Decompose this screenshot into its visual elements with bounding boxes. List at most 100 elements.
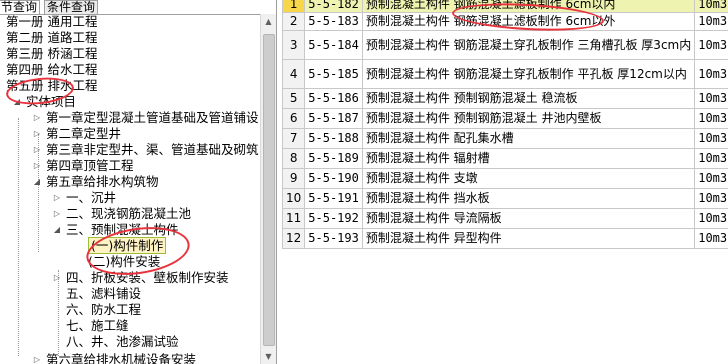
row-number: 5 [282,88,306,109]
chapter-tree: 第一册 通用工程 第二册 道路工程 第三册 桥涵工程 第四册 给水工程 第五册 … [0,14,260,364]
quota-code: 5-5-190 [304,168,363,189]
tree-item-chapter-4[interactable]: 第四章顶管工程 [46,158,134,174]
query-tabs: 节查询 条件查询 [0,0,276,15]
tree-item-component-installation[interactable]: (二)构件安装 [88,254,160,270]
table-row[interactable]: 12 5-5-193 预制混凝土构件 异型构件 10m3 39 [282,228,728,249]
quota-name: 预制混凝土构件 钢筋混凝土穿孔板制作 三角槽孔板 厚3cm内 [361,30,696,60]
row-number: 1 [282,0,306,13]
quota-unit: 10m3 [694,168,728,189]
quota-unit: 10m3 [694,188,728,209]
row-number: 8 [282,148,306,169]
scroll-down-icon[interactable]: ▼ [261,349,276,364]
quota-name: 预制混凝土构件 预制钢筋混凝土 井池内壁板 [361,108,696,129]
quota-unit: 10m3 [694,108,728,129]
quota-name: 预制混凝土构件 挡水板 [361,188,696,209]
tree-item-volume-5[interactable]: 第五册 排水工程 [6,78,97,94]
tree-item-precast-components[interactable]: 三、预制混凝土构件 [66,222,179,238]
quota-code: 5-5-193 [304,228,363,249]
table-row[interactable]: 8 5-5-189 预制混凝土构件 辐射槽 10m3 5 [282,148,728,169]
tree-item-volume-4[interactable]: 第四册 给水工程 [6,62,97,78]
quota-name: 预制混凝土构件 辐射槽 [361,148,696,169]
tree-item-chapter-1[interactable]: 第一章定型混凝土管道基础及管道铺设 [46,110,259,126]
quota-name: 预制混凝土构件 预制钢筋混凝土 稳流板 [361,88,696,109]
quota-unit: 10m3 [694,12,728,31]
row-number: 7 [282,128,306,149]
tree-scrollbar[interactable]: ▲ ▼ [260,14,276,364]
scroll-thumb[interactable] [263,34,275,346]
row-number: 3 [282,30,306,60]
expand-icon[interactable]: ▷ [32,352,42,364]
expand-icon[interactable]: ▷ [32,126,42,142]
tree-item-entity-projects[interactable]: 实体项目 [26,94,76,110]
row-number: 12 [282,228,306,249]
tree-item-chapter-2[interactable]: 第二章定型井 [46,126,121,142]
table-row[interactable]: 7 5-5-188 预制混凝土构件 配孔集水槽 10m3 58 [282,128,728,149]
row-number: 2 [282,12,306,31]
quota-unit: 10m3 [694,88,728,109]
quota-name: 预制混凝土构件 钢筋混凝土滤板制作 6cm以外 [361,12,696,31]
quota-unit: 10m3 [694,228,728,249]
tree-item-leakage-test[interactable]: 八、井、池渗漏试验 [66,334,179,350]
tree-item-cast-in-place-pool[interactable]: 二、现浇钢筋混凝土池 [66,206,191,222]
quota-name: 预制混凝土构件 钢筋混凝土穿孔板制作 平孔板 厚12cm以内 [361,59,696,89]
scroll-up-icon[interactable]: ▲ [261,14,276,29]
table-row[interactable]: 2 5-5-183 预制混凝土构件 钢筋混凝土滤板制作 6cm以外 10m3 1… [282,12,728,31]
tree-item-chapter-6[interactable]: 第六章给排水机械设备安装 [46,352,196,364]
tree-item-construction-joint[interactable]: 七、施工缝 [66,318,129,334]
quota-code: 5-5-183 [304,12,363,31]
tree-item-volume-1[interactable]: 第一册 通用工程 [6,14,97,30]
quota-table: 1 5-5-182 预制混凝土构件 钢筋混凝土滤板制作 6cm以内 10m3 2… [282,0,728,249]
tab-section-query[interactable]: 节查询 [0,0,41,14]
row-number: 11 [282,208,306,229]
quota-code: 5-5-188 [304,128,363,149]
expand-icon[interactable]: ▷ [32,142,42,158]
tree-item-volume-3[interactable]: 第三册 桥涵工程 [6,46,97,62]
quota-code: 5-5-186 [304,88,363,109]
expand-icon[interactable]: ▷ [52,270,62,286]
tree-item-sinking-well[interactable]: 一、沉井 [66,190,116,206]
quota-unit: 10m3 [694,128,728,149]
collapse-icon[interactable]: ◢ [12,94,22,110]
quota-code: 5-5-184 [304,30,363,60]
quota-code: 5-5-192 [304,208,363,229]
collapse-icon[interactable]: ◢ [52,222,62,238]
quota-unit: 10m3 [694,148,728,169]
quota-code: 5-5-189 [304,148,363,169]
expand-icon[interactable]: ▷ [52,190,62,206]
quota-unit: 10m3 [694,59,728,89]
tree-item-chapter-3[interactable]: 第三章非定型井、渠、管道基础及砌筑 [46,142,259,158]
table-row[interactable]: 1 5-5-182 预制混凝土构件 钢筋混凝土滤板制作 6cm以内 10m3 [282,0,728,13]
chapter-tree-panel: 节查询 条件查询 第一册 通用工程 第二册 道路工程 第三册 桥涵工程 第四册 … [0,0,277,364]
quota-name: 预制混凝土构件 配孔集水槽 [361,128,696,149]
tree-item-filter-media[interactable]: 五、滤料铺设 [66,286,141,302]
quota-code: 5-5-187 [304,108,363,129]
expand-icon[interactable]: ▷ [32,110,42,126]
quota-unit: 10m3 [694,0,728,13]
table-row[interactable]: 6 5-5-187 预制混凝土构件 预制钢筋混凝土 井池内壁板 10m3 42 [282,108,728,129]
tree-item-chapter-5[interactable]: 第五章给排水构筑物 [46,174,159,190]
expand-icon[interactable]: ▷ [52,206,62,222]
row-number: 10 [282,188,306,209]
quota-name: 预制混凝土构件 异型构件 [361,228,696,249]
table-row[interactable]: 10 5-5-191 预制混凝土构件 挡水板 10m3 42 [282,188,728,209]
quota-code: 5-5-185 [304,59,363,89]
quota-code: 5-5-182 [304,0,363,13]
tree-item-component-fabrication[interactable]: (一)构件制作 [88,237,167,254]
table-row[interactable]: 5 5-5-186 预制混凝土构件 预制钢筋混凝土 稳流板 10m3 545 [282,88,728,109]
tree-item-volume-2[interactable]: 第二册 道路工程 [6,30,97,46]
row-number: 4 [282,59,306,89]
collapse-icon[interactable]: ◢ [32,174,42,190]
table-row[interactable]: 9 5-5-190 预制混凝土构件 支墩 10m3 36 [282,168,728,189]
row-number: 9 [282,168,306,189]
table-row[interactable]: 3 5-5-184 预制混凝土构件 钢筋混凝土穿孔板制作 三角槽孔板 厚3cm内… [282,30,728,60]
tab-condition-query[interactable]: 条件查询 [44,0,99,14]
expand-icon[interactable]: ▷ [32,158,42,174]
quota-unit: 10m3 [694,30,728,60]
table-row[interactable]: 4 5-5-185 预制混凝土构件 钢筋混凝土穿孔板制作 平孔板 厚12cm以内… [282,59,728,89]
tree-item-folded-plate[interactable]: 四、折板安装、壁板制作安装 [66,270,229,286]
quota-name: 预制混凝土构件 导流隔板 [361,208,696,229]
quota-name: 预制混凝土构件 支墩 [361,168,696,189]
quota-name: 预制混凝土构件 钢筋混凝土滤板制作 6cm以内 [361,0,696,13]
tree-item-waterproofing[interactable]: 六、防水工程 [66,302,141,318]
table-row[interactable]: 11 5-5-192 预制混凝土构件 导流隔板 10m3 37 [282,208,728,229]
